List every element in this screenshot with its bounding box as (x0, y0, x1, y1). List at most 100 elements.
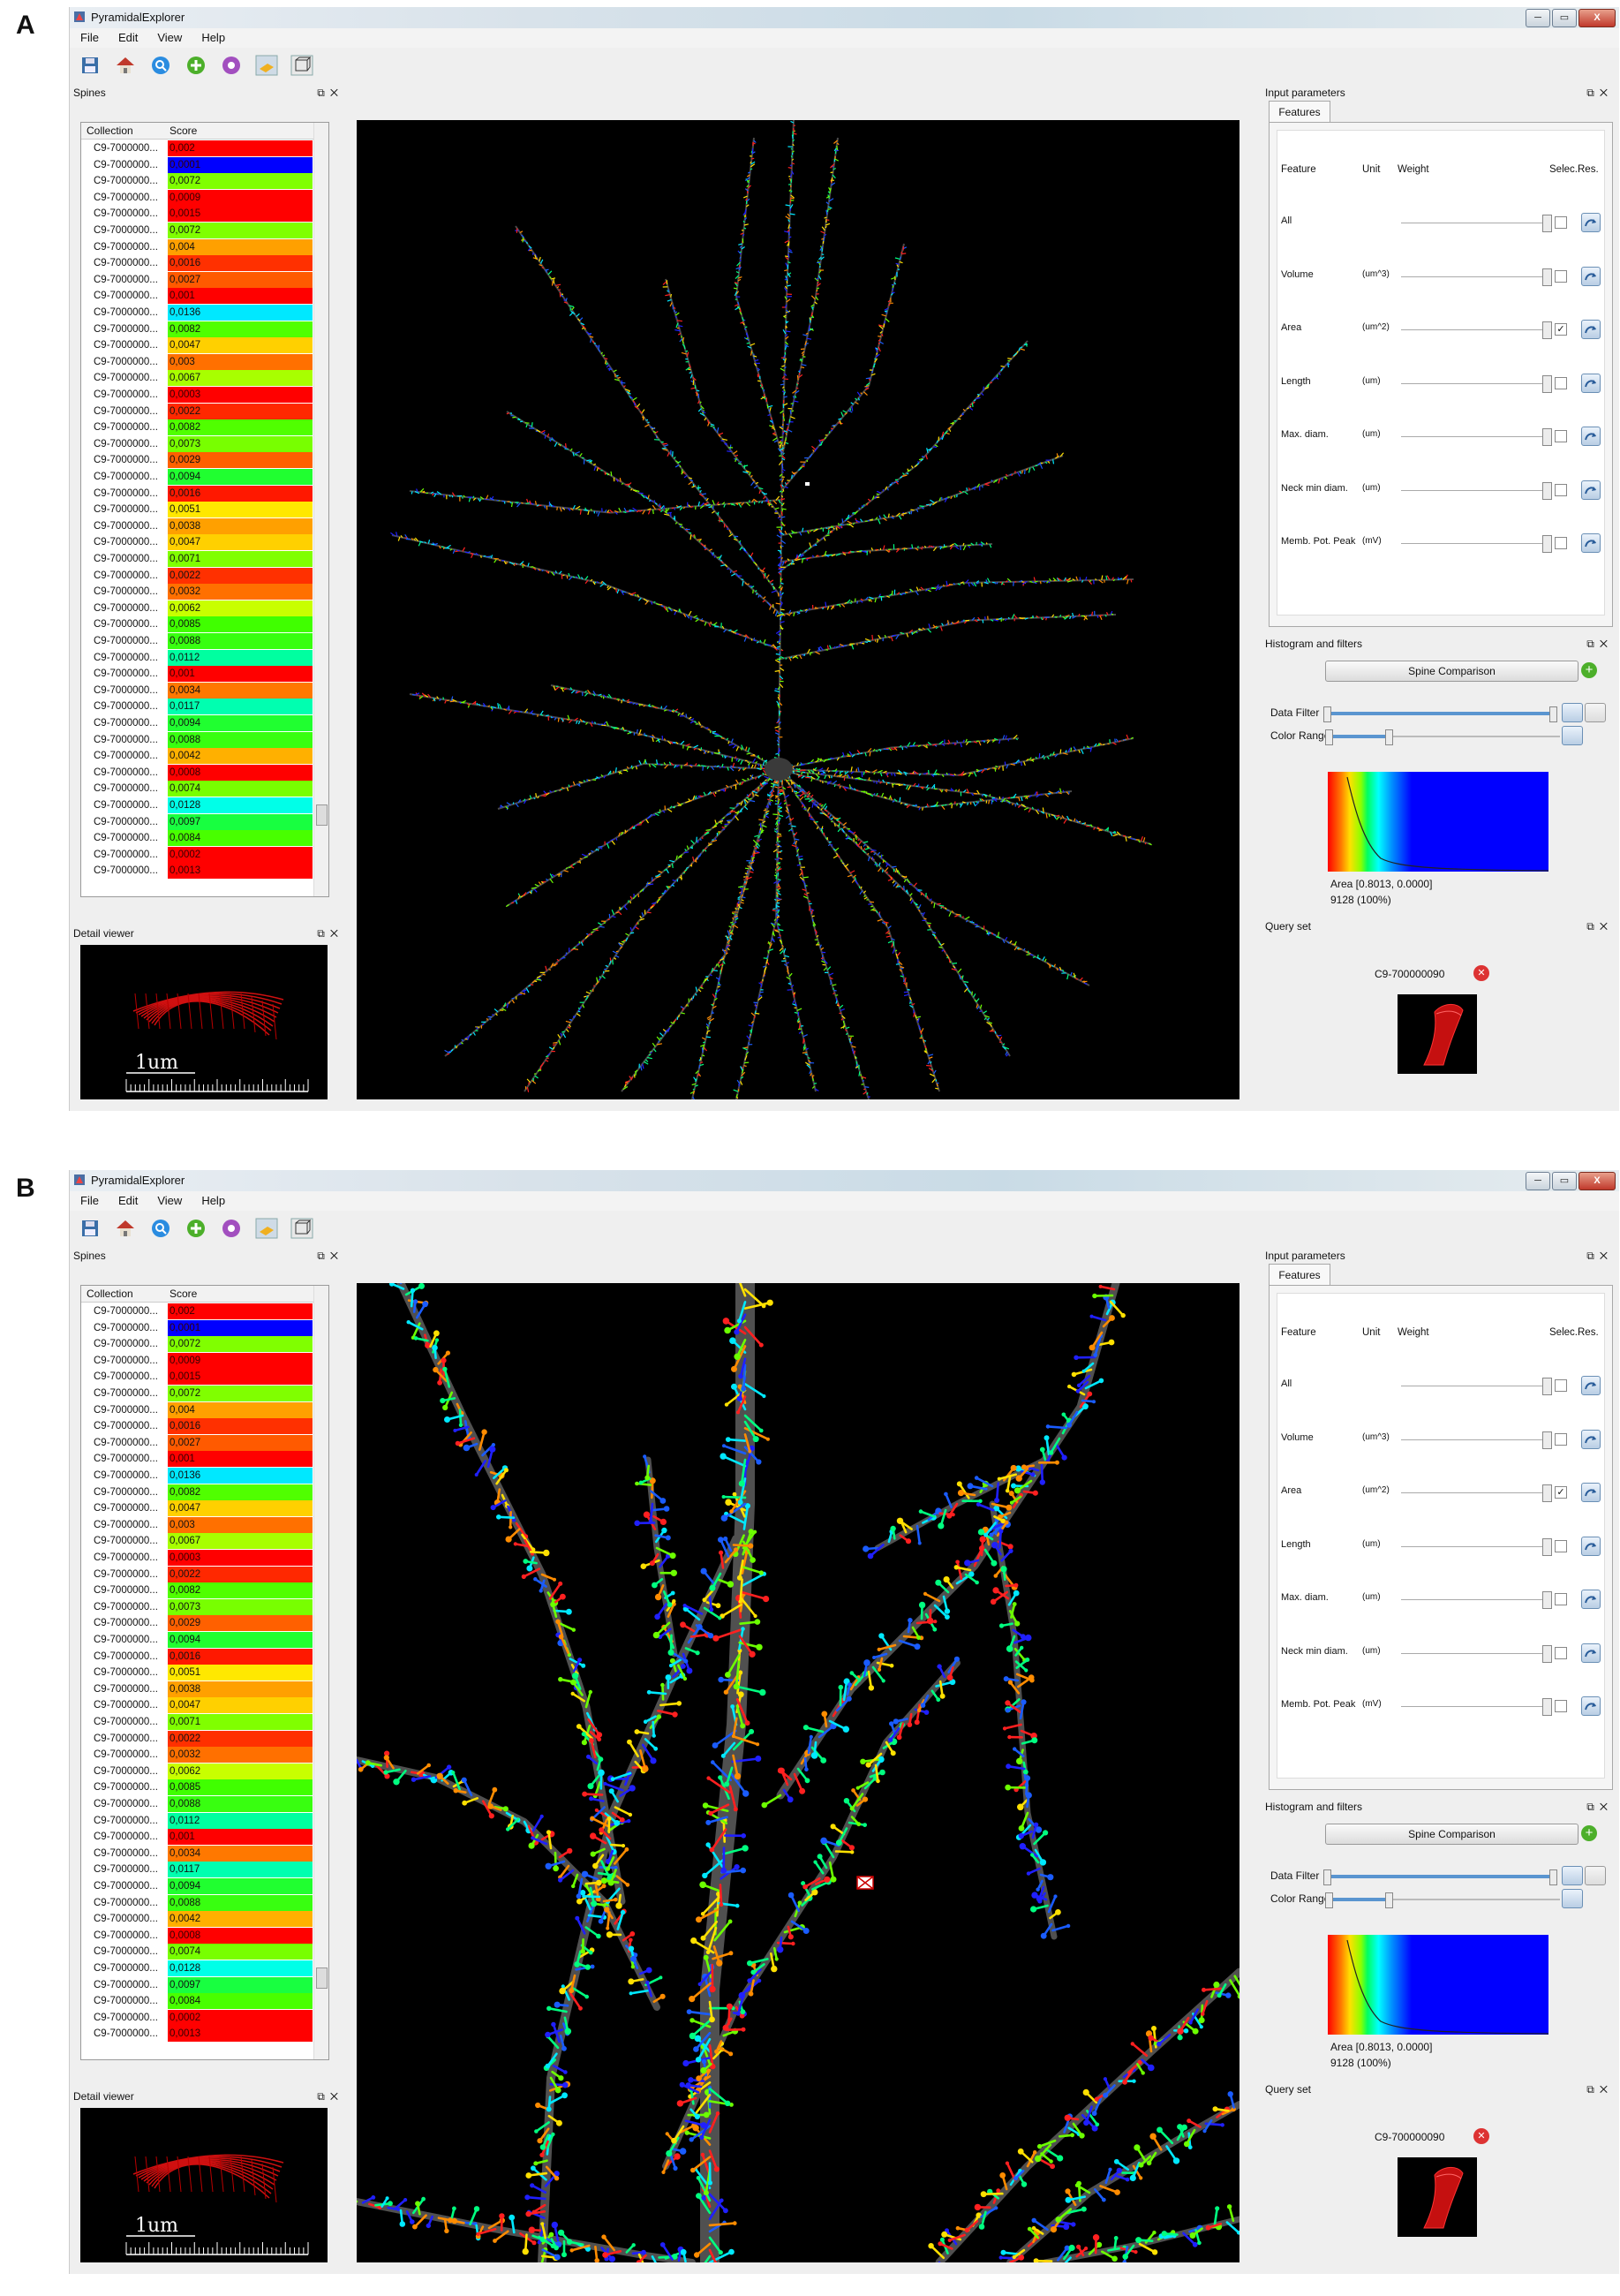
table-row[interactable]: C9-7000000... 0,0027 (81, 1434, 313, 1451)
box-tool-icon[interactable] (290, 1217, 313, 1240)
close-icon[interactable]: ✕ (330, 2090, 343, 2103)
data-filter-reset-icon[interactable] (1562, 703, 1583, 722)
data-filter-slider[interactable] (1327, 712, 1553, 715)
close-button[interactable]: X (1579, 1172, 1616, 1190)
table-row[interactable]: C9-7000000... 0,0051 (81, 502, 313, 518)
table-row[interactable]: C9-7000000... 0,0032 (81, 1747, 313, 1764)
reset-button[interactable] (1581, 1429, 1601, 1449)
table-row[interactable]: C9-7000000... 0,0022 (81, 567, 313, 584)
table-row[interactable]: C9-7000000... 0,0072 (81, 1386, 313, 1401)
weight-slider[interactable] (1401, 543, 1551, 544)
table-row[interactable]: C9-7000000... 0,0072 (81, 223, 313, 238)
table-row[interactable]: C9-7000000... 0,0047 (81, 337, 313, 354)
float-icon[interactable]: ⧉ (1586, 638, 1600, 650)
remove-query-icon[interactable]: ✕ (1473, 965, 1489, 981)
table-row[interactable]: C9-7000000... 0,0067 (81, 370, 313, 387)
select-checkbox[interactable] (1555, 1700, 1567, 1712)
table-row[interactable]: C9-7000000... 0,0088 (81, 731, 313, 748)
weight-slider-handle[interactable] (1542, 374, 1552, 393)
reset-button[interactable] (1581, 266, 1601, 286)
weight-slider[interactable] (1401, 1492, 1551, 1493)
weight-slider-handle[interactable] (1542, 215, 1552, 232)
table-row[interactable]: C9-7000000... 0,0088 (81, 1796, 313, 1812)
table-row[interactable]: C9-7000000... 0,0022 (81, 1566, 313, 1582)
select-checkbox[interactable] (1555, 1432, 1567, 1446)
table-row[interactable]: C9-7000000... 0,0008 (81, 1927, 313, 1944)
select-checkbox[interactable] (1555, 216, 1567, 229)
table-row[interactable]: C9-7000000... 0,0032 (81, 584, 313, 600)
table-row[interactable]: C9-7000000... 0,004 (81, 238, 313, 255)
table-row[interactable]: C9-7000000... 0,0042 (81, 748, 313, 765)
data-filter-min-handle[interactable] (1323, 1869, 1331, 1885)
table-row[interactable]: C9-7000000... 0,0117 (81, 699, 313, 715)
save-icon[interactable] (79, 1217, 102, 1240)
column-header-score[interactable]: Score (170, 1286, 197, 1302)
table-row[interactable]: C9-7000000... 0,0042 (81, 1911, 313, 1928)
table-row[interactable]: C9-7000000... 0,0016 (81, 255, 313, 272)
weight-slider[interactable] (1401, 276, 1551, 277)
reset-button[interactable] (1581, 213, 1601, 232)
table-row[interactable]: C9-7000000... 0,0002 (81, 846, 313, 863)
add-filter-button[interactable]: + (1581, 662, 1597, 678)
select-checkbox[interactable] (1555, 269, 1567, 283)
table-row[interactable]: C9-7000000... 0,0136 (81, 305, 313, 321)
table-row[interactable]: C9-7000000... 0,0047 (81, 1697, 313, 1714)
menu-help[interactable]: Help (201, 1191, 225, 1211)
table-row[interactable]: C9-7000000... 0,0038 (81, 517, 313, 534)
table-row[interactable]: C9-7000000... 0,0022 (81, 1730, 313, 1747)
table-row[interactable]: C9-7000000... 0,002 (81, 140, 313, 156)
table-row[interactable]: C9-7000000... 0,0013 (81, 863, 313, 880)
maximize-button[interactable]: ▭ (1552, 9, 1577, 27)
table-row[interactable]: C9-7000000... 0,0073 (81, 435, 313, 452)
select-tool-icon[interactable] (255, 54, 278, 77)
data-filter-lock-icon[interactable] (1585, 703, 1606, 722)
reset-button[interactable] (1581, 373, 1601, 393)
table-row[interactable]: C9-7000000... 0,0088 (81, 633, 313, 649)
table-row[interactable]: C9-7000000... 0,0034 (81, 1845, 313, 1862)
add-icon[interactable] (185, 1217, 207, 1240)
table-row[interactable]: C9-7000000... 0,001 (81, 288, 313, 305)
weight-slider-handle[interactable] (1542, 1537, 1552, 1556)
float-icon[interactable]: ⧉ (317, 87, 330, 99)
close-button[interactable]: X (1579, 9, 1616, 27)
table-row[interactable]: C9-7000000... 0,0094 (81, 1878, 313, 1894)
reset-button[interactable] (1581, 1643, 1601, 1663)
table-row[interactable]: C9-7000000... 0,0013 (81, 2026, 313, 2043)
table-row[interactable]: C9-7000000... 0,0072 (81, 1336, 313, 1353)
table-row[interactable]: C9-7000000... 0,0067 (81, 1533, 313, 1550)
weight-slider-handle[interactable] (1542, 1378, 1552, 1395)
select-checkbox[interactable] (1555, 1379, 1567, 1392)
spine-comparison-button[interactable]: Spine Comparison (1325, 1824, 1579, 1845)
menu-file[interactable]: File (80, 1191, 99, 1211)
query-spine-thumbnail[interactable] (1398, 2157, 1477, 2237)
reset-button[interactable] (1581, 1590, 1601, 1609)
float-icon[interactable]: ⧉ (317, 927, 330, 940)
weight-slider[interactable] (1401, 1599, 1551, 1600)
table-row[interactable]: C9-7000000... 0,0034 (81, 682, 313, 699)
weight-slider-handle[interactable] (1542, 1431, 1552, 1449)
select-checkbox[interactable]: ✓ (1555, 323, 1567, 336)
table-row[interactable]: C9-7000000... 0,0074 (81, 781, 313, 797)
table-row[interactable]: C9-7000000... 0,0016 (81, 1418, 313, 1435)
select-checkbox[interactable] (1555, 430, 1567, 442)
detail-viewer[interactable]: 1um (80, 945, 328, 1099)
color-range-max-handle[interactable] (1385, 729, 1393, 745)
reset-button[interactable] (1581, 320, 1601, 339)
home-icon[interactable] (114, 54, 137, 77)
table-row[interactable]: C9-7000000... 0,0084 (81, 1993, 313, 2010)
table-row[interactable]: C9-7000000... 0,001 (81, 666, 313, 683)
select-checkbox[interactable] (1555, 537, 1567, 549)
target-icon[interactable] (220, 1217, 243, 1240)
table-row[interactable]: C9-7000000... 0,0128 (81, 1960, 313, 1976)
color-range-reset-icon[interactable] (1562, 726, 1583, 745)
column-header-collection[interactable]: Collection (87, 123, 133, 139)
select-checkbox[interactable] (1555, 1539, 1567, 1552)
weight-slider-handle[interactable] (1542, 1644, 1552, 1663)
table-row[interactable]: C9-7000000... 0,001 (81, 1829, 313, 1846)
column-header-collection[interactable]: Collection (87, 1286, 133, 1302)
color-range-slider[interactable] (1327, 735, 1389, 738)
table-row[interactable]: C9-7000000... 0,0128 (81, 797, 313, 813)
color-range-min-handle[interactable] (1325, 1892, 1333, 1908)
table-row[interactable]: C9-7000000... 0,0094 (81, 469, 313, 485)
table-row[interactable]: C9-7000000... 0,0085 (81, 616, 313, 633)
